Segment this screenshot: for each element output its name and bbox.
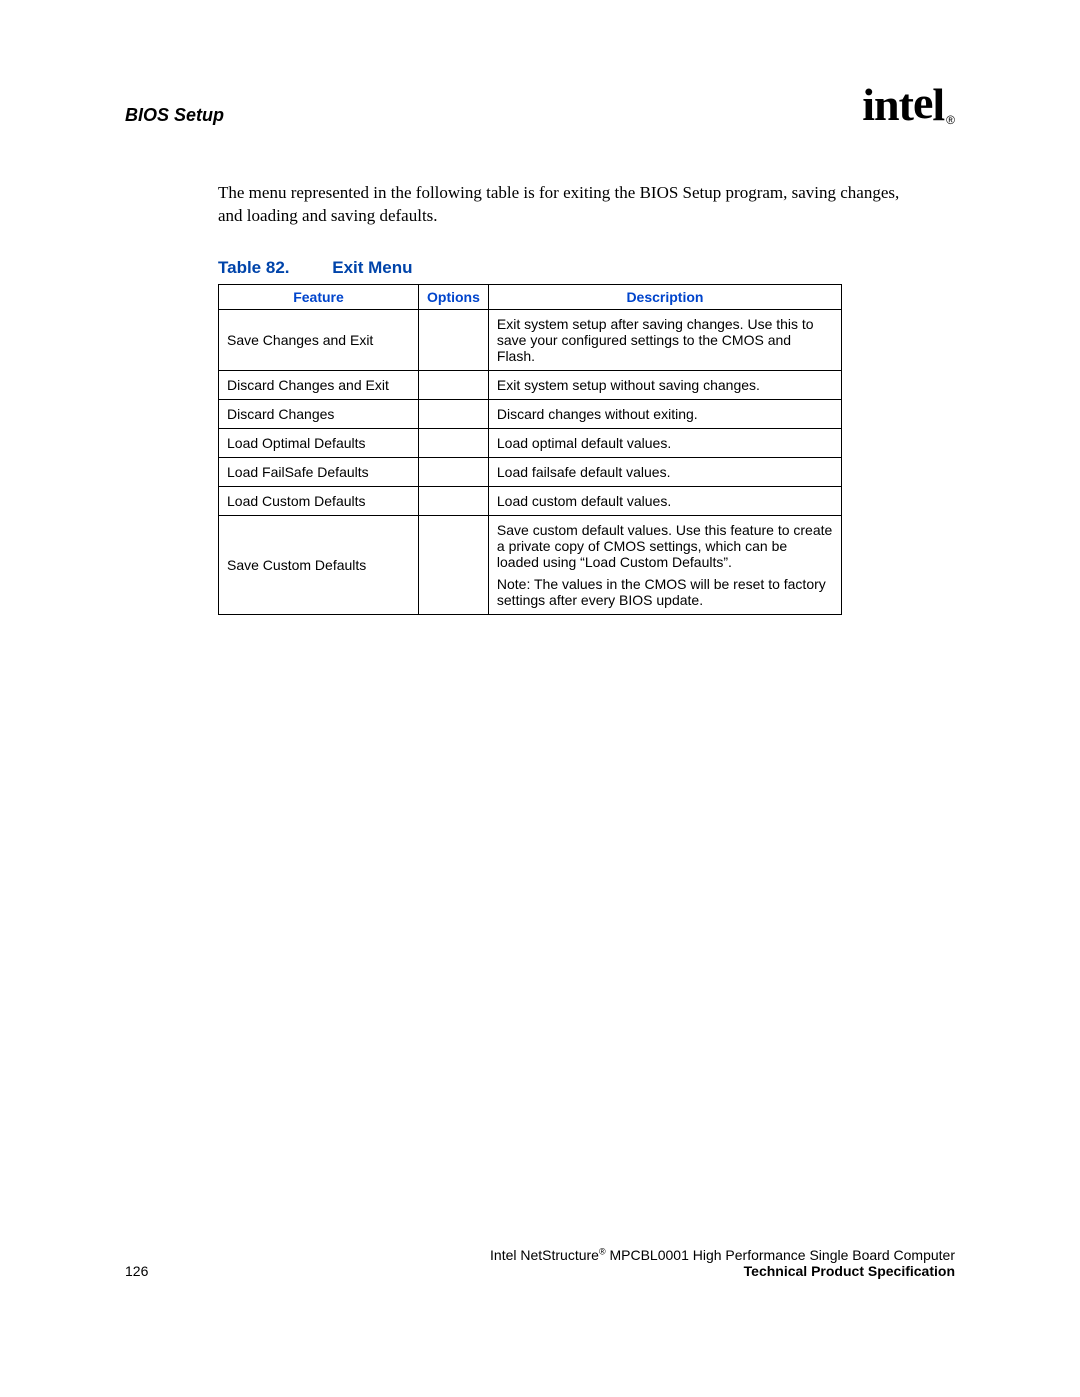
page-footer: 126 Intel NetStructure® MPCBL0001 High P… (125, 1247, 955, 1279)
table-row: Save Changes and Exit Exit system setup a… (219, 309, 842, 370)
table-row: Save Custom Defaults Save custom default … (219, 515, 842, 614)
table-number: Table 82. (218, 258, 290, 278)
col-header-feature: Feature (219, 284, 419, 309)
cell-description: Load custom default values. (488, 486, 841, 515)
table-row: Load Custom Defaults Load custom default … (219, 486, 842, 515)
logo-text: intel (862, 82, 944, 128)
cell-options (419, 309, 489, 370)
page-header: BIOS Setup intel® (125, 82, 955, 126)
description-text: Load custom default values. (497, 493, 833, 509)
description-text: Load failsafe default values. (497, 464, 833, 480)
footer-right: Intel NetStructure® MPCBL0001 High Perfo… (490, 1247, 955, 1279)
footer-line-2: Technical Product Specification (490, 1263, 955, 1279)
table-name: Exit Menu (332, 258, 412, 278)
intel-logo: intel® (855, 82, 955, 126)
cell-feature: Load Custom Defaults (219, 486, 419, 515)
cell-feature: Discard Changes and Exit (219, 370, 419, 399)
cell-description: Exit system setup without saving changes… (488, 370, 841, 399)
description-text: Discard changes without exiting. (497, 406, 833, 422)
cell-feature: Load Optimal Defaults (219, 428, 419, 457)
cell-feature: Save Changes and Exit (219, 309, 419, 370)
exit-menu-table: Feature Options Description Save Changes… (218, 284, 842, 615)
cell-description: Save custom default values. Use this fea… (488, 515, 841, 614)
cell-description: Exit system setup after saving changes. … (488, 309, 841, 370)
cell-feature: Save Custom Defaults (219, 515, 419, 614)
table-row: Discard Changes and Exit Exit system setu… (219, 370, 842, 399)
cell-options (419, 457, 489, 486)
table-caption: Table 82. Exit Menu (218, 258, 955, 278)
cell-feature: Load FailSafe Defaults (219, 457, 419, 486)
page: BIOS Setup intel® The menu represented i… (0, 0, 1080, 1397)
cell-options (419, 428, 489, 457)
cell-description: Discard changes without exiting. (488, 399, 841, 428)
description-text: Note: The values in the CMOS will be res… (497, 576, 833, 608)
cell-options (419, 515, 489, 614)
cell-description: Load failsafe default values. (488, 457, 841, 486)
cell-description: Load optimal default values. (488, 428, 841, 457)
description-text: Save custom default values. Use this fea… (497, 522, 833, 570)
col-header-description: Description (488, 284, 841, 309)
description-text: Exit system setup without saving changes… (497, 377, 833, 393)
logo-registered-icon: ® (946, 113, 955, 127)
table-row: Load Optimal Defaults Load optimal defaul… (219, 428, 842, 457)
description-text: Load optimal default values. (497, 435, 833, 451)
page-number: 126 (125, 1263, 148, 1279)
cell-options (419, 399, 489, 428)
intro-paragraph: The menu represented in the following ta… (218, 182, 918, 228)
table-row: Discard Changes Discard changes without e… (219, 399, 842, 428)
cell-options (419, 370, 489, 399)
cell-options (419, 486, 489, 515)
table-header-row: Feature Options Description (219, 284, 842, 309)
col-header-options: Options (419, 284, 489, 309)
header-title: BIOS Setup (125, 105, 224, 126)
description-text: Exit system setup after saving changes. … (497, 316, 833, 364)
cell-feature: Discard Changes (219, 399, 419, 428)
footer-line-1: Intel NetStructure® MPCBL0001 High Perfo… (490, 1247, 955, 1263)
table-row: Load FailSafe Defaults Load failsafe defa… (219, 457, 842, 486)
